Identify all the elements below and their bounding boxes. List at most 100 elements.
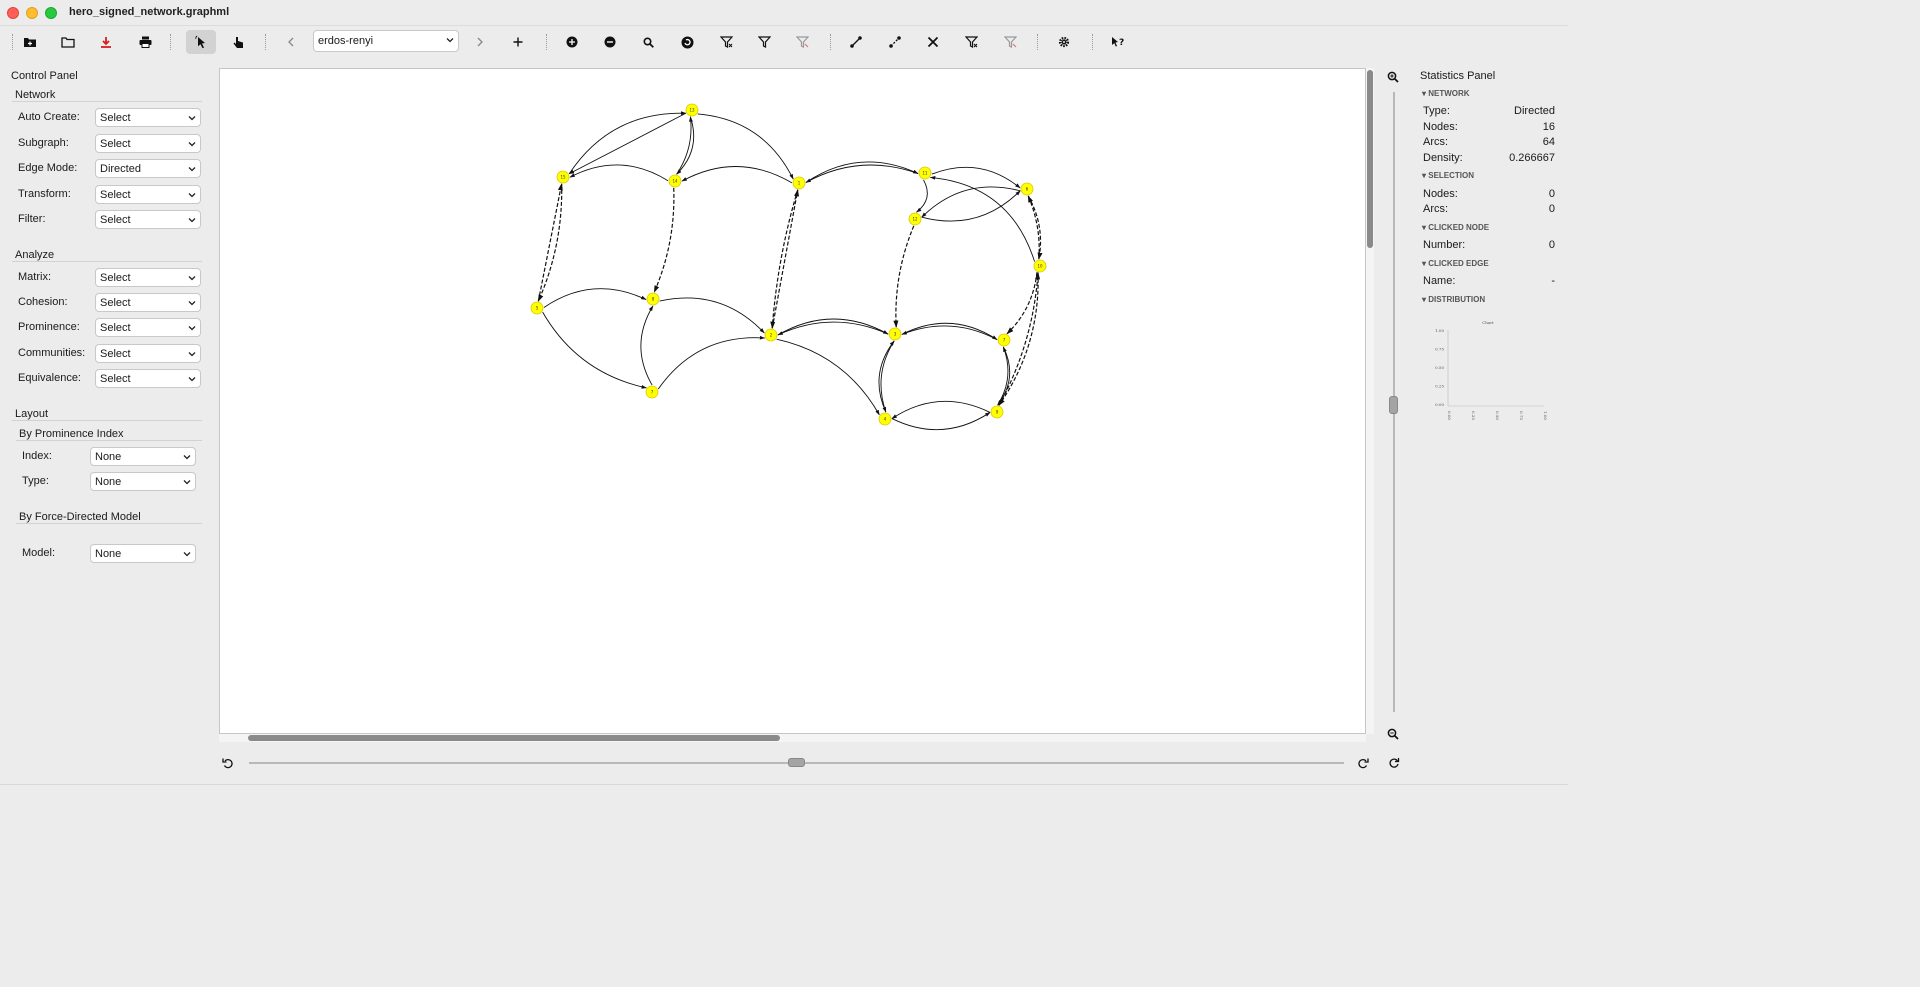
graph-edge[interactable] xyxy=(771,189,800,329)
vertical-scrollbar[interactable] xyxy=(1366,68,1374,734)
graph-edge[interactable] xyxy=(681,166,793,184)
graph-node[interactable]: 4 xyxy=(878,412,892,426)
graph-edge[interactable] xyxy=(916,179,928,213)
add-network-button[interactable] xyxy=(505,30,531,54)
graph-node[interactable]: 2 xyxy=(764,328,778,342)
graph-edge[interactable] xyxy=(659,297,765,334)
svg-text:?: ? xyxy=(1119,38,1124,48)
network-graph[interactable]: 131514 11112610582 37749 xyxy=(220,69,1365,733)
graph-edge[interactable] xyxy=(893,225,915,328)
zoom-slider-handle[interactable] xyxy=(1389,396,1398,414)
zoom-in-button[interactable] xyxy=(1387,70,1399,88)
graph-edge[interactable] xyxy=(569,164,669,182)
graph-edge[interactable] xyxy=(777,318,889,336)
graph-node[interactable]: 1 xyxy=(792,176,806,190)
remove-node-button[interactable] xyxy=(597,30,623,54)
graph-edge[interactable] xyxy=(542,311,647,389)
filter-edges-button[interactable] xyxy=(789,30,815,54)
vertical-scroll-thumb[interactable] xyxy=(1367,70,1373,248)
graph-canvas[interactable]: 13 15 14 1 11 12 6 10 5 8 2 3 7 7 4 9 xyxy=(219,68,1366,734)
previous-network-button[interactable] xyxy=(278,30,304,54)
filter-unilateral-button[interactable] xyxy=(997,30,1023,54)
graph-edge[interactable] xyxy=(777,321,889,336)
help-button[interactable]: ? xyxy=(1105,30,1131,54)
edge-mode-select[interactable]: Directed xyxy=(95,159,201,178)
graph-edge[interactable] xyxy=(568,112,686,175)
graph-edge[interactable] xyxy=(543,288,647,308)
graph-edge[interactable] xyxy=(931,166,1021,189)
select-mode-button[interactable] xyxy=(186,30,216,54)
graph-node[interactable]: 14 xyxy=(668,174,682,188)
reset-view-button[interactable] xyxy=(1388,756,1400,774)
graph-node[interactable]: 8 xyxy=(646,292,660,306)
graph-node[interactable]: 15 xyxy=(556,170,570,184)
graph-node[interactable]: 9 xyxy=(990,405,1004,419)
model-select[interactable]: None xyxy=(90,544,196,563)
zoom-out-button[interactable] xyxy=(1387,727,1399,745)
distribution-y-tick: 0.75 xyxy=(1435,347,1444,352)
graph-edge[interactable] xyxy=(891,400,991,419)
graph-edge[interactable] xyxy=(537,183,563,302)
add-node-button[interactable] xyxy=(559,30,585,54)
graph-edge[interactable] xyxy=(1006,272,1038,335)
filter-select[interactable]: Select xyxy=(95,210,201,229)
graph-node[interactable]: 11 xyxy=(918,166,932,180)
rotation-slider-handle[interactable] xyxy=(788,758,805,767)
communities-select[interactable]: Select xyxy=(95,344,201,363)
graph-edge[interactable] xyxy=(653,187,675,293)
equivalence-select[interactable]: Select xyxy=(95,369,201,388)
remove-edge-button[interactable] xyxy=(882,30,908,54)
settings-button[interactable] xyxy=(1051,30,1077,54)
graph-edge[interactable] xyxy=(805,164,919,183)
open-file-button[interactable] xyxy=(55,30,81,54)
prominence-select[interactable]: Select xyxy=(95,318,201,337)
close-window-button[interactable] xyxy=(7,7,19,19)
graph-node-label: 3 xyxy=(894,332,897,337)
next-network-button[interactable] xyxy=(467,30,493,54)
graph-node[interactable]: 10 xyxy=(1033,259,1047,273)
rotate-node-button[interactable] xyxy=(674,30,700,54)
new-network-button[interactable] xyxy=(17,30,43,54)
edge-tools-button[interactable] xyxy=(920,30,946,54)
graph-node[interactable]: 3 xyxy=(888,327,902,341)
graph-edge[interactable] xyxy=(921,190,1021,222)
transform-select[interactable]: Select xyxy=(95,185,201,204)
distribution-x-tick: 1.00 xyxy=(1543,411,1548,420)
filter-edges-weight-button[interactable] xyxy=(958,30,984,54)
graph-edge[interactable] xyxy=(537,183,563,302)
horizontal-scrollbar[interactable] xyxy=(219,734,1366,742)
save-button[interactable] xyxy=(93,30,119,54)
move-mode-button[interactable] xyxy=(225,30,251,54)
rotate-right-button[interactable] xyxy=(1357,756,1369,774)
matrix-select[interactable]: Select xyxy=(95,268,201,287)
filter-isolates-button[interactable] xyxy=(751,30,777,54)
distribution-x-tick: 0.75 xyxy=(1519,411,1524,420)
rotate-left-button[interactable] xyxy=(222,756,234,774)
auto-create-select[interactable]: Select xyxy=(95,108,201,127)
graph-edge[interactable] xyxy=(891,412,991,431)
horizontal-scroll-thumb[interactable] xyxy=(248,735,780,741)
graph-edge[interactable] xyxy=(657,335,766,390)
graph-edge[interactable] xyxy=(921,186,1021,218)
subgraph-select[interactable]: Select xyxy=(95,134,201,153)
type-select[interactable]: None xyxy=(90,472,196,491)
graph-edge[interactable] xyxy=(640,305,654,386)
graph-node[interactable]: 12 xyxy=(908,212,922,226)
filter-nodes-button[interactable] xyxy=(713,30,739,54)
graph-node[interactable]: 6 xyxy=(1020,182,1034,196)
network-type-select[interactable]: erdos-renyi xyxy=(313,30,459,52)
graph-node[interactable]: 13 xyxy=(685,103,699,117)
graph-node[interactable]: 5 xyxy=(530,301,544,315)
graph-edge[interactable] xyxy=(776,338,880,416)
print-button[interactable] xyxy=(132,30,158,54)
graph-edge[interactable] xyxy=(997,346,1009,406)
graph-node[interactable]: 7 xyxy=(997,333,1011,347)
cohesion-select[interactable]: Select xyxy=(95,293,201,312)
add-edge-button[interactable] xyxy=(843,30,869,54)
find-node-button[interactable] xyxy=(635,30,661,54)
graph-node[interactable]: 7 xyxy=(645,385,659,399)
index-select[interactable]: None xyxy=(90,447,196,466)
chevron-down-icon xyxy=(188,326,196,331)
minimize-window-button[interactable] xyxy=(26,7,38,19)
zoom-window-button[interactable] xyxy=(45,7,57,19)
